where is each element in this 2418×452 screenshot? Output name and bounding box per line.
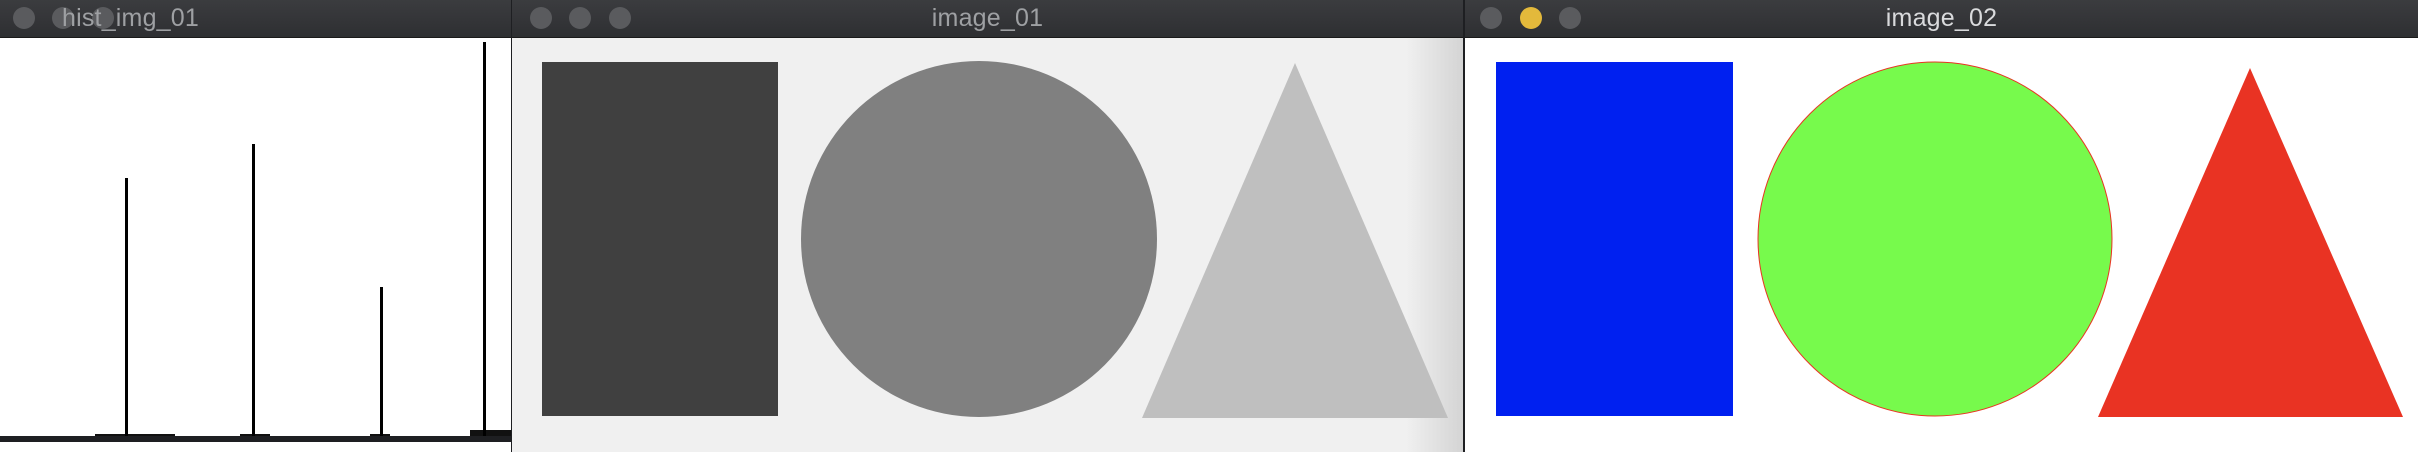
gray-rectangle	[542, 62, 778, 416]
histogram-bar	[125, 178, 128, 436]
window-bottom-edge	[0, 436, 511, 442]
window-title: image_02	[1885, 4, 1998, 32]
image-01-canvas	[512, 38, 1463, 452]
image-02-canvas	[1465, 38, 2418, 452]
image-01-window-titlebar[interactable]: image_01	[512, 0, 1463, 38]
histogram-bar	[380, 287, 383, 436]
gray-circle	[801, 61, 1157, 417]
histogram-bar	[483, 42, 486, 436]
histogram-bar	[252, 144, 255, 436]
window-title: hist_img_01	[61, 4, 199, 32]
histogram-baseline	[95, 434, 175, 436]
histogram-baseline	[470, 430, 511, 436]
image-02-window: image_02	[1465, 0, 2418, 452]
window-title: image_01	[931, 4, 1044, 32]
histogram-plot	[0, 42, 511, 442]
green-circle	[1757, 61, 2113, 417]
image-01-shapes	[542, 61, 1448, 418]
gray-triangle	[1142, 63, 1448, 418]
image-01-window: image_01	[512, 0, 1463, 452]
image-02-shapes	[1496, 61, 2403, 417]
blue-rectangle	[1496, 62, 1733, 416]
hist-window-titlebar[interactable]: hist_img_01	[0, 0, 511, 38]
red-triangle	[2098, 68, 2403, 417]
hist-window: hist_img_01	[0, 0, 511, 452]
image-02-window-titlebar[interactable]: image_02	[1465, 0, 2418, 38]
histogram-canvas	[0, 38, 511, 452]
